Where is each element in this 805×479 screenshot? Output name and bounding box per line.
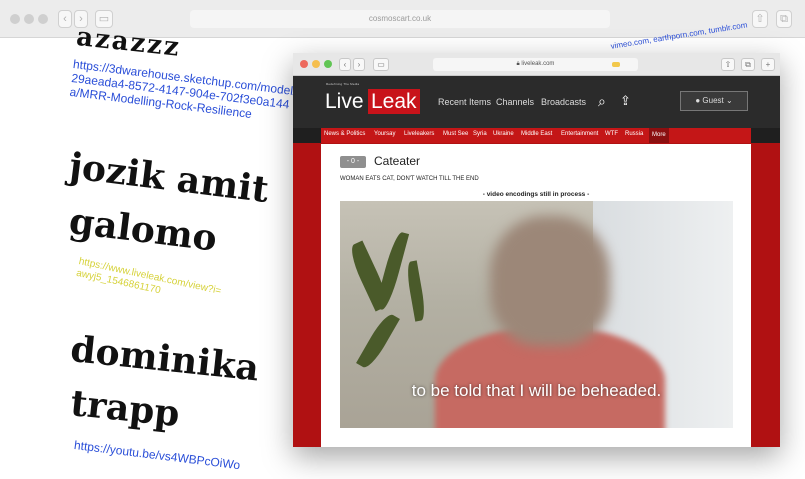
- screen: ‹ › ▭ cosmoscart.co.uk ⇧ ⧉ azazzz https:…: [0, 0, 805, 479]
- nav-broadcasts[interactable]: Broadcasts: [541, 97, 586, 107]
- inner-browser-window: ‹ › ▭ 🔒︎ liveleak.com ⇧ ⧉ + Redefining T…: [293, 53, 780, 447]
- logo-live[interactable]: Live: [325, 90, 364, 114]
- artist2-name-line1: dominika: [68, 328, 262, 390]
- minimize-dot-icon[interactable]: [312, 60, 320, 68]
- video-player[interactable]: to be told that I will be beheaded.: [340, 201, 733, 428]
- nav-channels[interactable]: Channels: [496, 97, 534, 107]
- cat-liveleakers[interactable]: Liveleakers: [404, 131, 434, 137]
- cat-russia[interactable]: Russia: [625, 131, 643, 137]
- blurred-face: [490, 216, 610, 346]
- video-description: WOMAN EATS CAT, DON'T WATCH TILL THE END: [340, 176, 479, 182]
- inner-url-text: liveleak.com: [521, 61, 555, 67]
- zoom-dot-icon[interactable]: [324, 60, 332, 68]
- audio-indicator-icon[interactable]: [612, 62, 620, 67]
- cat-more[interactable]: More: [649, 128, 669, 143]
- back-button[interactable]: ‹: [58, 10, 72, 28]
- plant-leaf: [404, 260, 428, 322]
- plant-leaf: [374, 230, 410, 312]
- back-button[interactable]: ‹: [339, 58, 351, 71]
- minimize-dot-icon[interactable]: [24, 14, 34, 24]
- guest-menu[interactable]: ● Guest ⌄: [680, 91, 748, 111]
- share-icon[interactable]: ⇧: [721, 58, 735, 71]
- nav-recent-items[interactable]: Recent Items: [438, 97, 491, 107]
- sidebar-icon[interactable]: ▭: [373, 58, 389, 71]
- category-bar: News & Politics Yoursay Liveleakers Must…: [321, 128, 751, 143]
- cat-entertainment[interactable]: Entertainment: [561, 131, 598, 137]
- new-tab-icon[interactable]: +: [761, 58, 775, 71]
- encoding-notice: - video encodings still in process -: [482, 191, 590, 198]
- inner-address-bar[interactable]: 🔒︎ liveleak.com: [433, 58, 638, 71]
- forward-button[interactable]: ›: [353, 58, 365, 71]
- outer-url-text: cosmoscart.co.uk: [368, 14, 432, 23]
- artist-name-line1: jozik amit: [66, 145, 271, 212]
- search-icon[interactable]: ⌕: [598, 93, 606, 110]
- tabs-icon[interactable]: ⧉: [741, 58, 755, 71]
- video-title[interactable]: Cateater: [374, 154, 420, 168]
- user-icon: ●: [695, 96, 701, 105]
- video-panel: - 0 - Cateater WOMAN EATS CAT, DON'T WAT…: [321, 144, 751, 447]
- upload-icon[interactable]: ⇪: [620, 93, 631, 109]
- cat-ukraine[interactable]: Ukraine: [493, 131, 514, 137]
- zoom-dot-icon[interactable]: [38, 14, 48, 24]
- liveleak-header: Redefining The Media Live Leak Recent It…: [293, 76, 780, 128]
- link-youtube[interactable]: https://youtu.be/vs4WBPcOiWo: [73, 438, 241, 472]
- video-subtitle: to be told that I will be beheaded.: [411, 381, 662, 400]
- cat-middle-east[interactable]: Middle East: [521, 131, 552, 137]
- plant-leaf: [356, 311, 400, 371]
- cat-must-see[interactable]: Must See: [443, 131, 468, 137]
- cat-news-politics[interactable]: News & Politics: [324, 131, 365, 137]
- link-liveleak[interactable]: https://www.liveleak.com/view?i=awyj5_15…: [75, 256, 227, 311]
- outer-address-bar[interactable]: cosmoscart.co.uk: [190, 10, 610, 28]
- link-3dwarehouse[interactable]: https://3dwarehouse.sketchup.com/model/2…: [69, 57, 297, 126]
- cat-syria[interactable]: Syria: [473, 131, 487, 137]
- lock-icon: 🔒︎: [516, 61, 520, 67]
- tagline: Redefining The Media: [326, 82, 360, 86]
- inner-browser-toolbar: ‹ › ▭ 🔒︎ liveleak.com ⇧ ⧉ +: [293, 53, 780, 76]
- close-dot-icon[interactable]: [10, 14, 20, 24]
- cat-wtf[interactable]: WTF: [605, 131, 618, 137]
- logo-leak[interactable]: Leak: [368, 89, 420, 114]
- artist-name-line2: galomo: [66, 200, 220, 260]
- artist2-name-line2: trapp: [68, 382, 182, 436]
- rating-badge[interactable]: - 0 -: [340, 156, 366, 168]
- cat-yoursay[interactable]: Yoursay: [374, 131, 395, 137]
- guest-label: Guest: [702, 96, 724, 105]
- chevron-down-icon: ⌄: [725, 96, 733, 105]
- close-dot-icon[interactable]: [300, 60, 308, 68]
